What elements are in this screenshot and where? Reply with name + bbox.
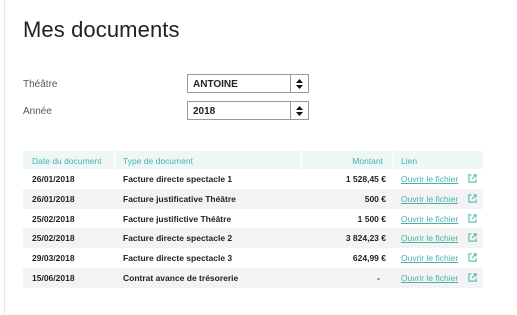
annee-select-value: 2018 bbox=[193, 106, 216, 117]
cell-montant: 624,99 € bbox=[352, 253, 386, 264]
header-montant[interactable]: Montant bbox=[352, 156, 383, 166]
external-link-icon[interactable] bbox=[468, 213, 477, 223]
documents-table: Date du document Type de document Montan… bbox=[23, 151, 483, 288]
page-border bbox=[4, 0, 5, 315]
external-link-icon[interactable] bbox=[468, 174, 477, 183]
theatre-label: Théâtre bbox=[23, 79, 58, 90]
header-type[interactable]: Type de document bbox=[123, 156, 193, 166]
header-lien: Lien bbox=[401, 156, 418, 166]
cell-date: 26/01/2018 bbox=[32, 193, 75, 204]
sort-arrows-icon[interactable] bbox=[290, 75, 308, 92]
cell-type: Facture directe spectacle 3 bbox=[123, 253, 233, 264]
cell-montant: 3 824,23 € bbox=[345, 233, 386, 244]
table-row: 26/01/2018 Facture justificative Théâtre… bbox=[23, 188, 483, 209]
header-date[interactable]: Date du document bbox=[32, 156, 101, 166]
open-file-link[interactable]: Ouvrir le fichier bbox=[401, 233, 458, 243]
open-file-link[interactable]: Ouvrir le fichier bbox=[401, 194, 458, 204]
cell-type: Facture justifictive Théâtre bbox=[123, 213, 232, 224]
table-row: 25/02/2018 Facture justifictive Théâtre … bbox=[23, 209, 483, 229]
cell-type: Facture directe spectacle 2 bbox=[123, 233, 233, 244]
cell-montant: - bbox=[377, 272, 380, 283]
header-divider bbox=[114, 151, 115, 169]
annee-label: Année bbox=[23, 106, 52, 117]
table-row: 29/03/2018 Facture directe spectacle 3 6… bbox=[23, 248, 483, 268]
cell-montant: 1 500 € bbox=[357, 213, 386, 224]
theatre-select-value: ANTOINE bbox=[193, 79, 238, 90]
table-row: 15/06/2018 Contrat avance de trésorerie … bbox=[23, 267, 483, 288]
cell-type: Contrat avance de trésorerie bbox=[123, 272, 239, 283]
open-file-link[interactable]: Ouvrir le fichier bbox=[401, 174, 458, 184]
header-divider bbox=[301, 151, 302, 169]
table-header: Date du document Type de document Montan… bbox=[23, 151, 483, 169]
open-file-link[interactable]: Ouvrir le fichier bbox=[401, 214, 458, 224]
open-file-link[interactable]: Ouvrir le fichier bbox=[401, 273, 458, 283]
documents-page: Mes documents Théâtre ANTOINE Année 2018… bbox=[0, 0, 517, 315]
theatre-select[interactable]: ANTOINE bbox=[187, 74, 309, 93]
annee-select[interactable]: 2018 bbox=[187, 101, 309, 120]
cell-type: Facture directe spectacle 1 bbox=[123, 174, 233, 184]
cell-date: 26/01/2018 bbox=[32, 174, 75, 184]
header-divider bbox=[393, 151, 394, 169]
sort-arrows-icon[interactable] bbox=[290, 102, 308, 119]
cell-type: Facture justificative Théâtre bbox=[123, 193, 236, 204]
open-file-link[interactable]: Ouvrir le fichier bbox=[401, 253, 458, 263]
external-link-icon[interactable] bbox=[468, 233, 477, 242]
cell-montant: 500 € bbox=[364, 193, 386, 204]
external-link-icon[interactable] bbox=[468, 273, 477, 282]
external-link-icon[interactable] bbox=[468, 253, 477, 262]
external-link-icon[interactable] bbox=[468, 194, 477, 203]
table-row: 25/02/2018 Facture directe spectacle 2 3… bbox=[23, 228, 483, 249]
table-row: 26/01/2018 Facture directe spectacle 1 1… bbox=[23, 169, 483, 189]
cell-date: 15/06/2018 bbox=[32, 272, 75, 283]
cell-montant: 1 528,45 € bbox=[345, 174, 386, 184]
cell-date: 29/03/2018 bbox=[32, 253, 75, 264]
cell-date: 25/02/2018 bbox=[32, 233, 75, 244]
page-title: Mes documents bbox=[23, 17, 180, 42]
cell-date: 25/02/2018 bbox=[32, 213, 75, 224]
